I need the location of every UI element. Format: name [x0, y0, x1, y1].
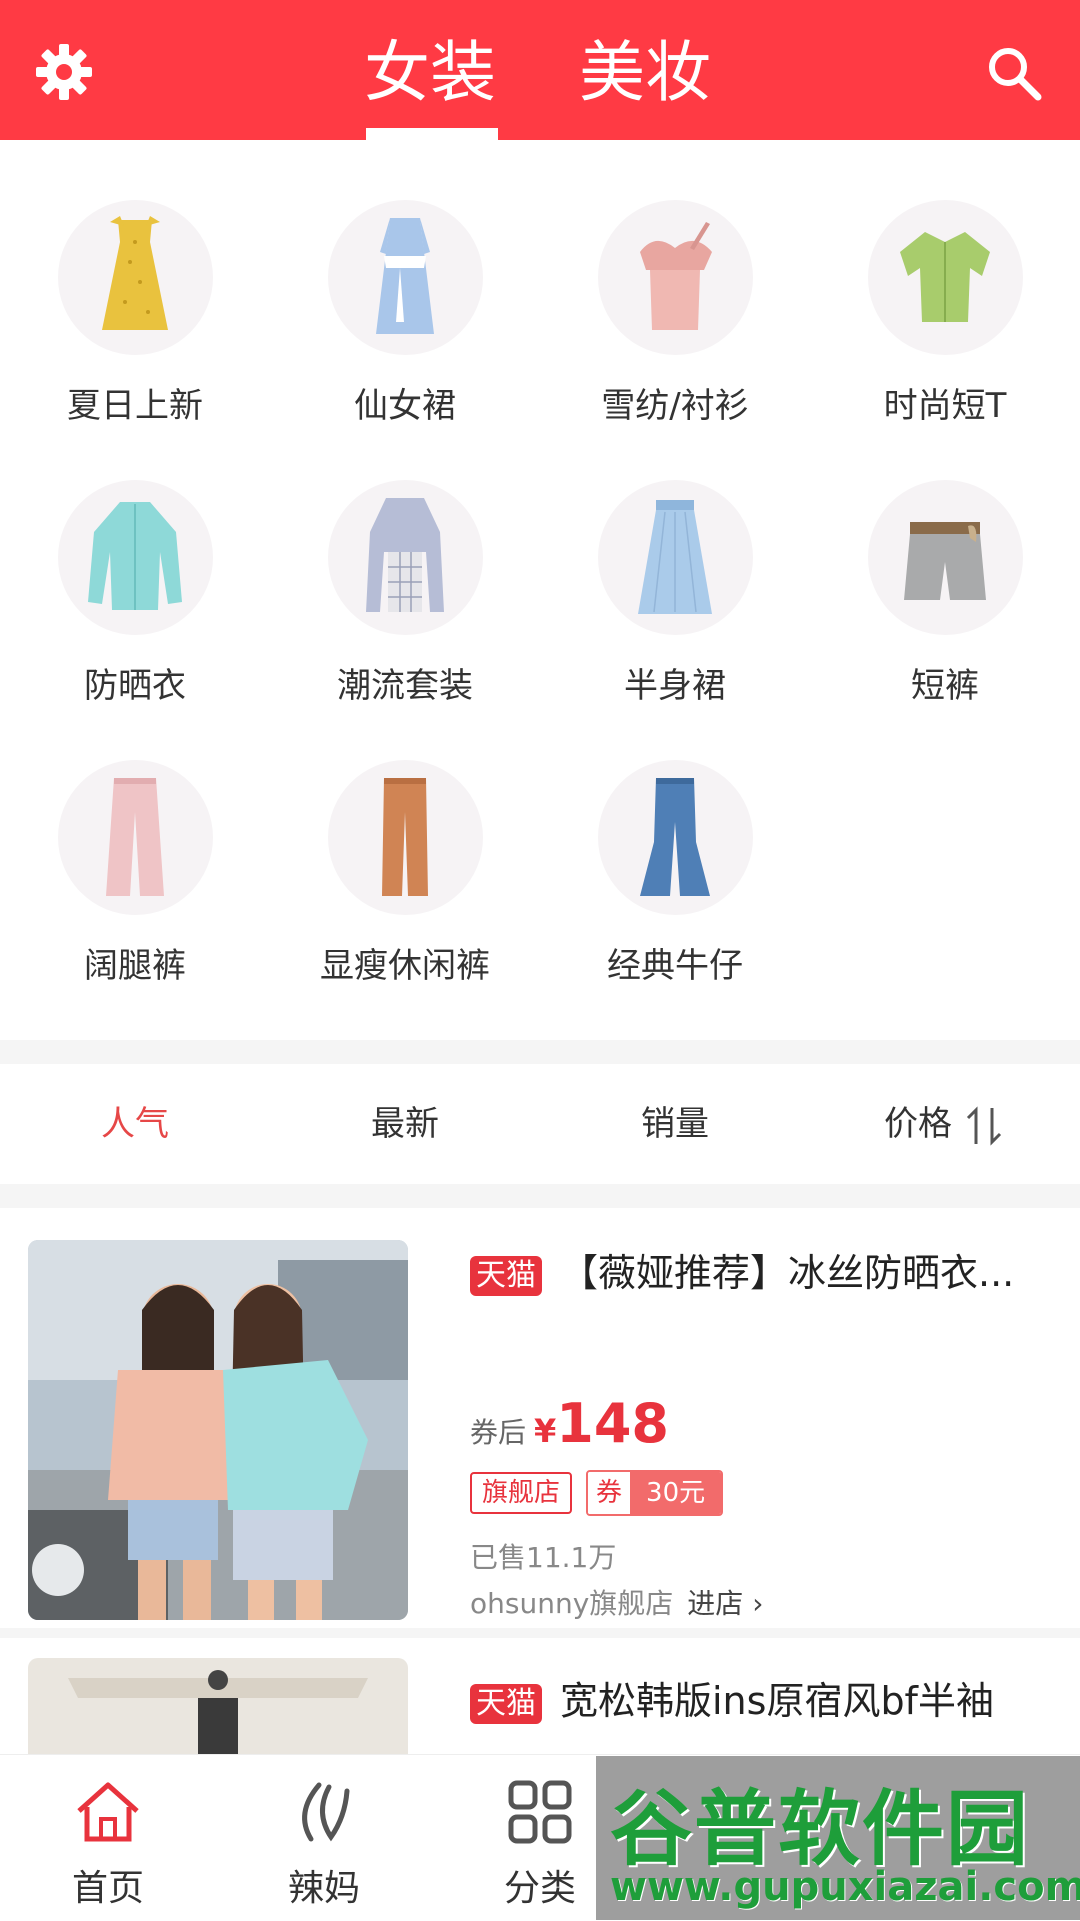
flagship-store-badge: 旗舰店: [470, 1472, 573, 1514]
category-label: 短裤: [911, 666, 979, 706]
enter-shop-link[interactable]: 进店 ›: [687, 1587, 763, 1620]
pink-pants-icon: [58, 760, 213, 915]
product-title[interactable]: 天猫 【薇娅推荐】冰丝防晒衣...: [470, 1248, 1060, 1298]
category-summer-new[interactable]: 夏日上新: [0, 200, 270, 480]
nav-mom[interactable]: 辣妈: [216, 1755, 432, 1921]
category-label: 雪纺/衬衫: [601, 386, 749, 426]
sold-count: 已售11.1万: [470, 1541, 617, 1574]
category-label: 夏日上新: [67, 386, 203, 426]
watermark-logo: 谷普软件园 www.gupuxiazai.com: [596, 1756, 1080, 1920]
tab-beauty[interactable]: 美妆: [575, 28, 715, 118]
blue-dress-icon: [328, 200, 483, 355]
category-skirt[interactable]: 半身裙: [540, 480, 810, 760]
nav-home[interactable]: 首页: [0, 1755, 216, 1921]
chevron-right-icon: ›: [752, 1587, 764, 1620]
product-card[interactable]: 天猫 【薇娅推荐】冰丝防晒衣... 券后 ¥148 旗舰店券 30元 已售11.1万 …: [0, 1208, 1080, 1638]
nav-label: 首页: [71, 1868, 144, 1909]
category-classic-denim[interactable]: 经典牛仔: [540, 760, 810, 1040]
product-title-text: 【薇娅推荐】冰丝防晒衣...: [560, 1251, 1015, 1295]
category-grid: 夏日上新 仙女裙 雪纺/衬衫 时尚短T 防晒衣 潮流套装 半身裙 短裤 阔腿裤 …: [0, 200, 1080, 1040]
category-wide-leg-pants[interactable]: 阔腿裤: [0, 760, 270, 1040]
watermark-url: www.gupuxiazai.com: [610, 1864, 1080, 1910]
category-shorts[interactable]: 短裤: [810, 480, 1080, 760]
sort-sales[interactable]: 销量: [540, 1064, 810, 1184]
home-icon: [77, 1782, 139, 1842]
sort-price[interactable]: 价格: [810, 1064, 1080, 1184]
category-label: 显瘦休闲裤: [320, 946, 490, 986]
category-label: 时尚短T: [883, 386, 1007, 426]
category-chiffon-shirt[interactable]: 雪纺/衬衫: [540, 200, 810, 480]
section-divider: [0, 1040, 1080, 1064]
section-divider: [0, 1184, 1080, 1208]
grey-shorts-icon: [868, 480, 1023, 635]
currency-symbol: ¥: [534, 1412, 557, 1450]
category-label: 潮流套装: [337, 666, 473, 706]
flare-jeans-icon: [598, 760, 753, 915]
product-image[interactable]: [28, 1240, 408, 1620]
sort-arrows-icon: [966, 1105, 1002, 1146]
sort-newest[interactable]: 最新: [270, 1064, 540, 1184]
grid-icon: [508, 1780, 572, 1844]
price-value: 148: [556, 1392, 670, 1455]
search-icon[interactable]: [985, 44, 1043, 102]
category-label: 半身裙: [624, 666, 726, 706]
category-label: 防晒衣: [84, 666, 186, 706]
category-label: 仙女裙: [354, 386, 456, 426]
active-tab-indicator: [366, 128, 498, 140]
category-slim-casual-pants[interactable]: 显瘦休闲裤: [270, 760, 540, 1040]
product-card[interactable]: 天猫 宽松韩版ins原宿风bf半袖: [0, 1638, 1080, 1758]
category-sun-protection[interactable]: 防晒衣: [0, 480, 270, 760]
yellow-dress-icon: [58, 200, 213, 355]
coupon-value: 30元: [630, 1472, 722, 1514]
category-label: 经典牛仔: [607, 946, 743, 986]
tmall-badge: 天猫: [470, 1255, 542, 1296]
price-row: 券后 ¥148: [470, 1394, 669, 1454]
plaid-set-icon: [328, 480, 483, 635]
category-fairy-dress[interactable]: 仙女裙: [270, 200, 540, 480]
mom-icon: [302, 1782, 350, 1842]
product-badges: 旗舰店券 30元: [470, 1470, 724, 1516]
orange-pants-icon: [328, 760, 483, 915]
shop-name: ohsunny旗舰店: [470, 1587, 674, 1620]
product-title[interactable]: 天猫 宽松韩版ins原宿风bf半袖: [470, 1676, 1060, 1726]
tulle-skirt-icon: [598, 480, 753, 635]
aqua-shirt-icon: [58, 480, 213, 635]
enter-shop-label: 进店: [687, 1587, 744, 1620]
shop-row: ohsunny旗舰店 进店 ›: [470, 1582, 763, 1622]
coupon-label: 券: [588, 1472, 631, 1514]
pink-ruffle-top-icon: [598, 200, 753, 355]
sort-bar: 人气 最新 销量 价格: [0, 1064, 1080, 1184]
nav-label: 辣妈: [287, 1868, 360, 1909]
coupon-badge[interactable]: 券 30元: [586, 1470, 724, 1516]
tab-women-clothing[interactable]: 女装: [360, 28, 500, 118]
green-blouse-icon: [868, 200, 1023, 355]
category-label: 阔腿裤: [84, 946, 186, 986]
price-prefix: 券后: [470, 1416, 527, 1449]
sort-popularity[interactable]: 人气: [0, 1064, 270, 1184]
product-image[interactable]: [28, 1658, 408, 1758]
category-trendy-sets[interactable]: 潮流套装: [270, 480, 540, 760]
category-fashion-tee[interactable]: 时尚短T: [810, 200, 1080, 480]
gear-icon[interactable]: [34, 42, 94, 102]
top-header: 女装 美妆: [0, 0, 1080, 140]
tmall-badge: 天猫: [470, 1683, 542, 1724]
sort-price-label: 价格: [884, 1104, 952, 1144]
product-title-text: 宽松韩版ins原宿风bf半袖: [560, 1679, 994, 1723]
